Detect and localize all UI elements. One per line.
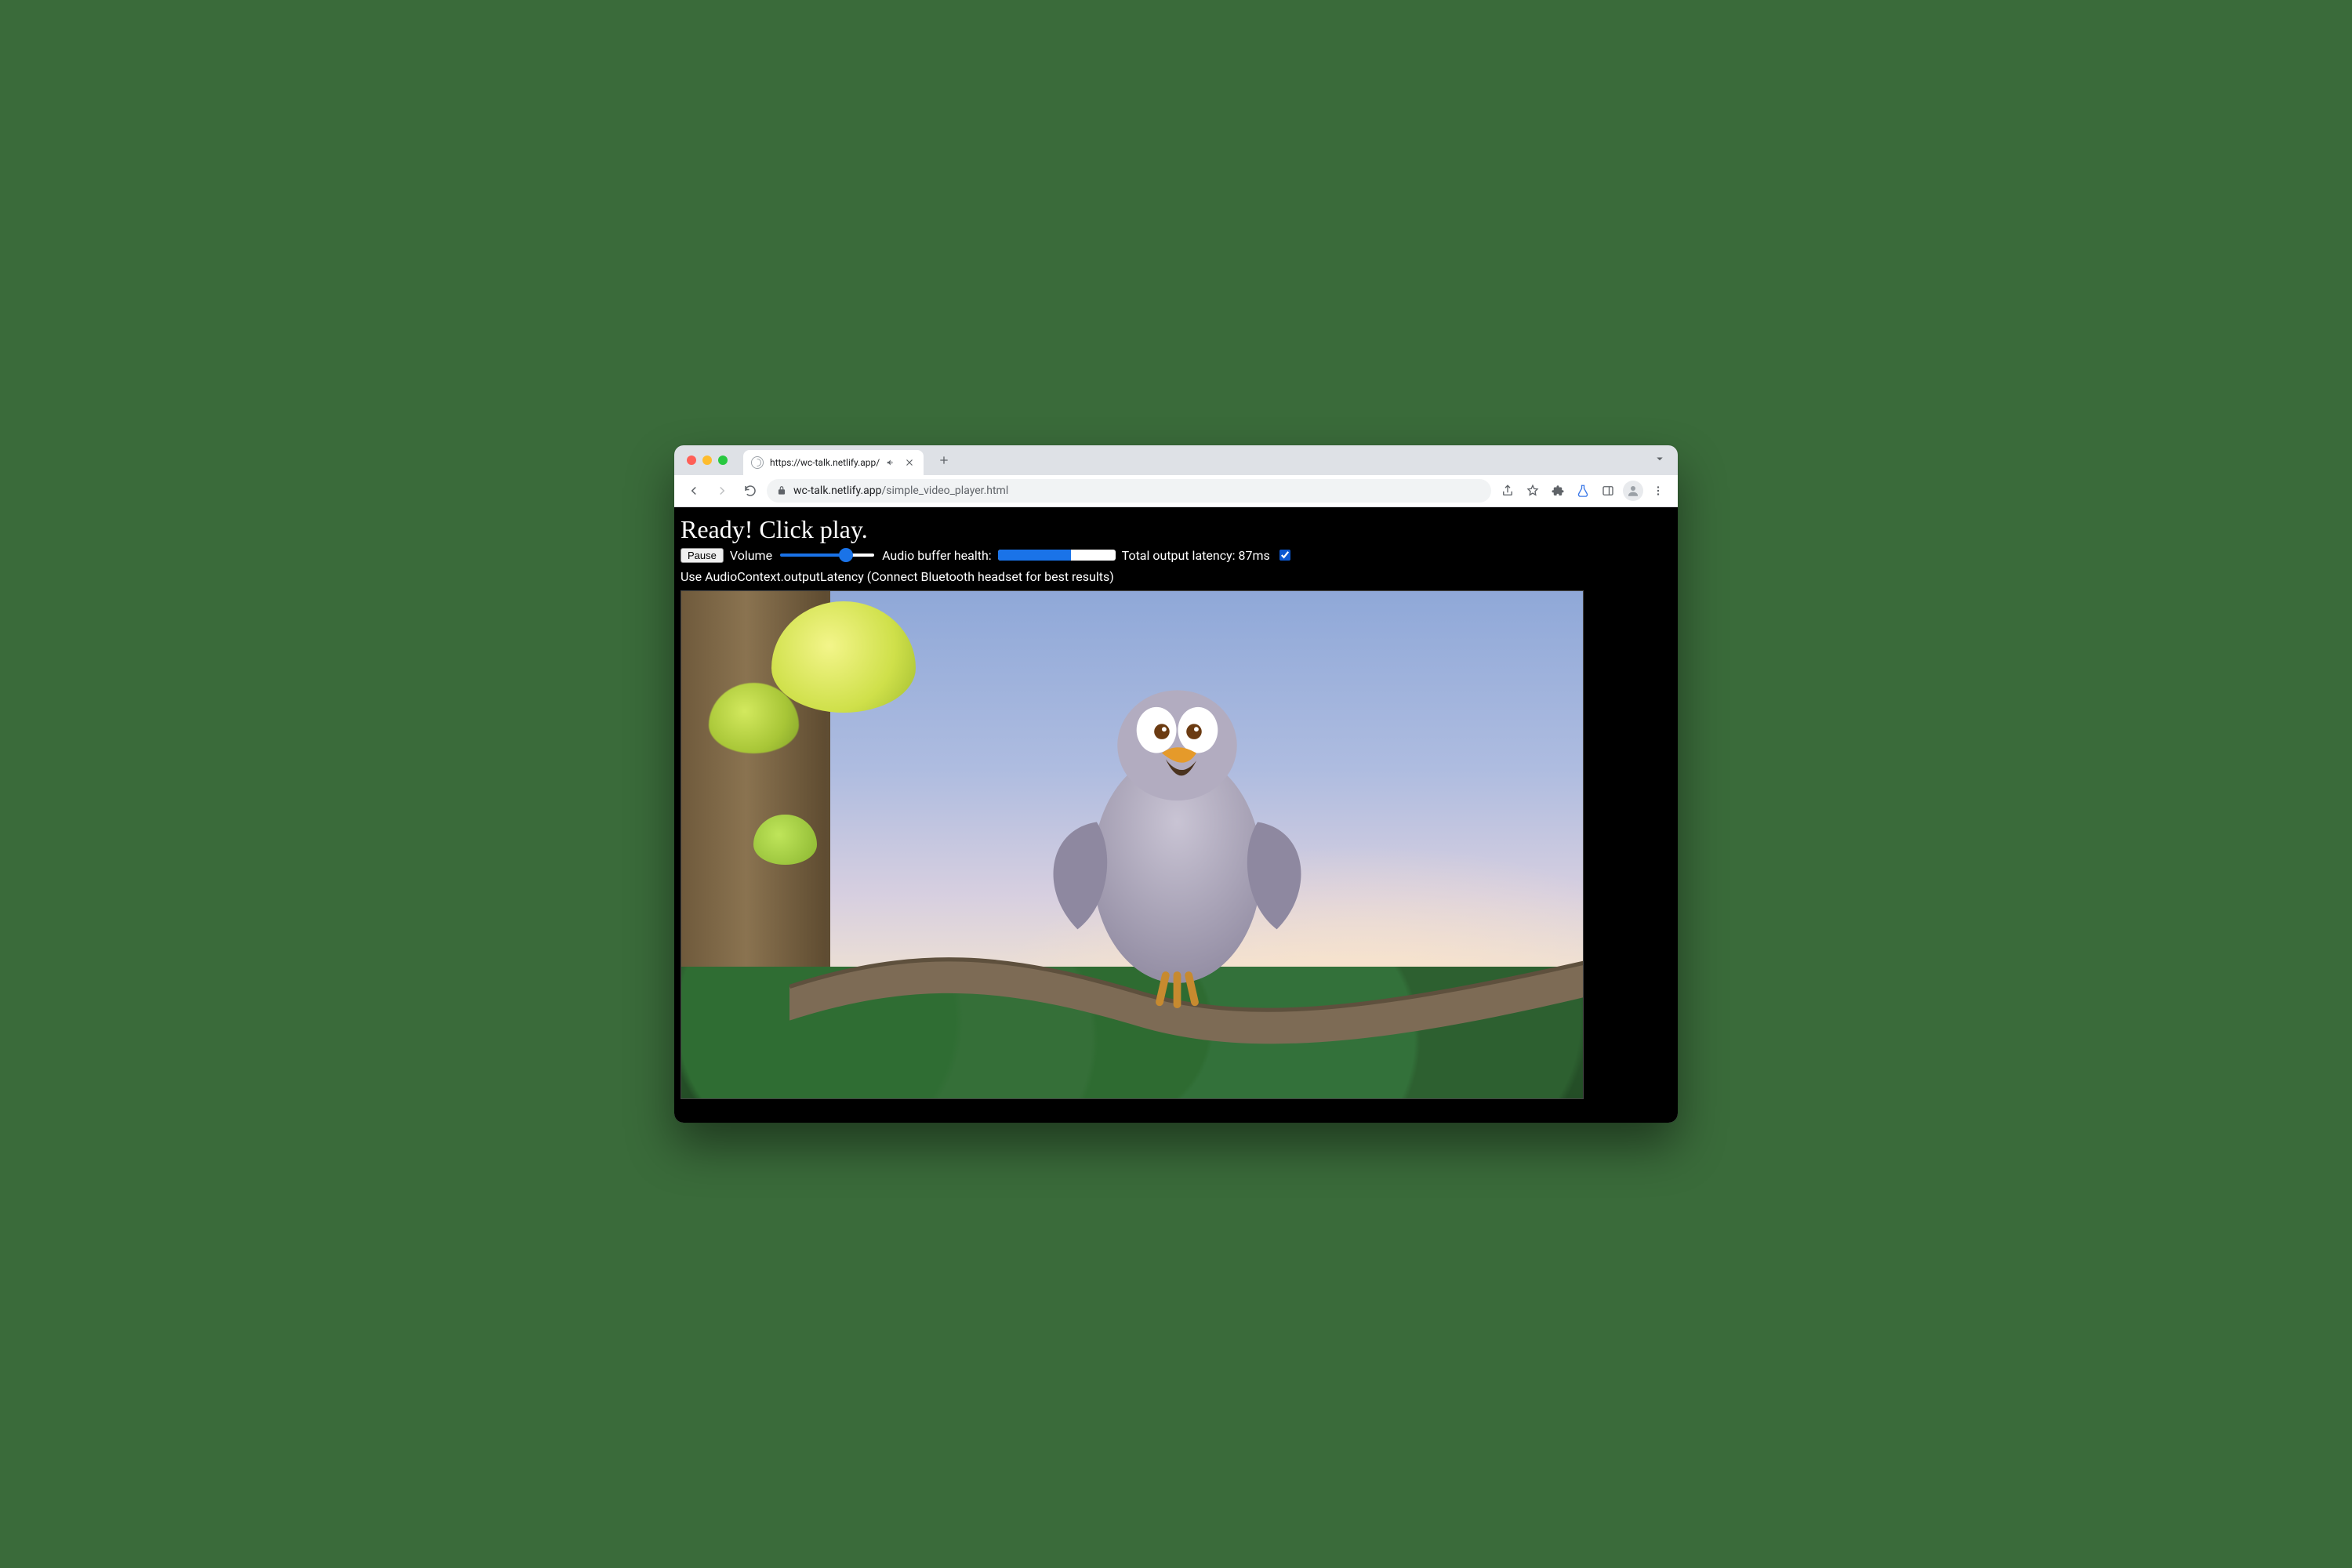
latency-label: Total output latency: 87ms — [1122, 548, 1270, 563]
reload-button[interactable] — [739, 479, 762, 503]
tab-audio-icon[interactable] — [886, 457, 897, 468]
video-scene-bird — [1024, 632, 1330, 1028]
tab-close-icon[interactable] — [903, 456, 916, 469]
toolbar-right — [1496, 479, 1670, 503]
latency-value: 87ms — [1239, 548, 1270, 563]
bookmark-star-icon[interactable] — [1521, 479, 1544, 503]
player-controls: Pause Volume Audio buffer health: Total … — [681, 547, 1671, 584]
labs-flask-icon[interactable] — [1571, 479, 1595, 503]
volume-slider[interactable] — [780, 554, 874, 557]
window-minimize-button[interactable] — [702, 456, 712, 465]
window-close-button[interactable] — [687, 456, 696, 465]
video-player[interactable] — [681, 590, 1584, 1099]
buffer-health-fill — [998, 550, 1071, 561]
forward-button[interactable] — [710, 479, 734, 503]
lock-icon — [776, 485, 787, 496]
toolbar: wc-talk.netlify.app/simple_video_player.… — [674, 475, 1678, 507]
profile-avatar[interactable] — [1621, 479, 1645, 503]
buffer-health-meter — [998, 550, 1116, 561]
window-controls — [681, 456, 732, 465]
volume-label: Volume — [730, 548, 772, 563]
browser-tab[interactable]: https://wc-talk.netlify.app/ — [743, 450, 924, 475]
page-viewport: Ready! Click play. Pause Volume Audio bu… — [674, 507, 1678, 1123]
kebab-menu-icon[interactable] — [1646, 479, 1670, 503]
side-panel-icon[interactable] — [1596, 479, 1620, 503]
browser-window: https://wc-talk.netlify.app/ — [674, 445, 1678, 1123]
tab-title: https://wc-talk.netlify.app/ — [770, 457, 880, 468]
url-text: wc-talk.netlify.app/simple_video_player.… — [793, 485, 1482, 497]
address-bar[interactable]: wc-talk.netlify.app/simple_video_player.… — [767, 479, 1491, 503]
window-zoom-button[interactable] — [718, 456, 728, 465]
use-output-latency-label: Use AudioContext.outputLatency (Connect … — [681, 569, 1114, 584]
new-tab-button[interactable] — [933, 449, 955, 471]
buffer-label: Audio buffer health: — [882, 548, 992, 563]
tab-strip: https://wc-talk.netlify.app/ — [674, 445, 1678, 475]
globe-icon — [751, 456, 764, 469]
back-button[interactable] — [682, 479, 706, 503]
pause-button[interactable]: Pause — [681, 548, 724, 563]
use-output-latency-checkbox[interactable] — [1279, 550, 1290, 561]
tab-overflow-button[interactable] — [1653, 452, 1667, 469]
extensions-icon[interactable] — [1546, 479, 1570, 503]
status-heading: Ready! Click play. — [681, 515, 1671, 544]
share-icon[interactable] — [1496, 479, 1519, 503]
